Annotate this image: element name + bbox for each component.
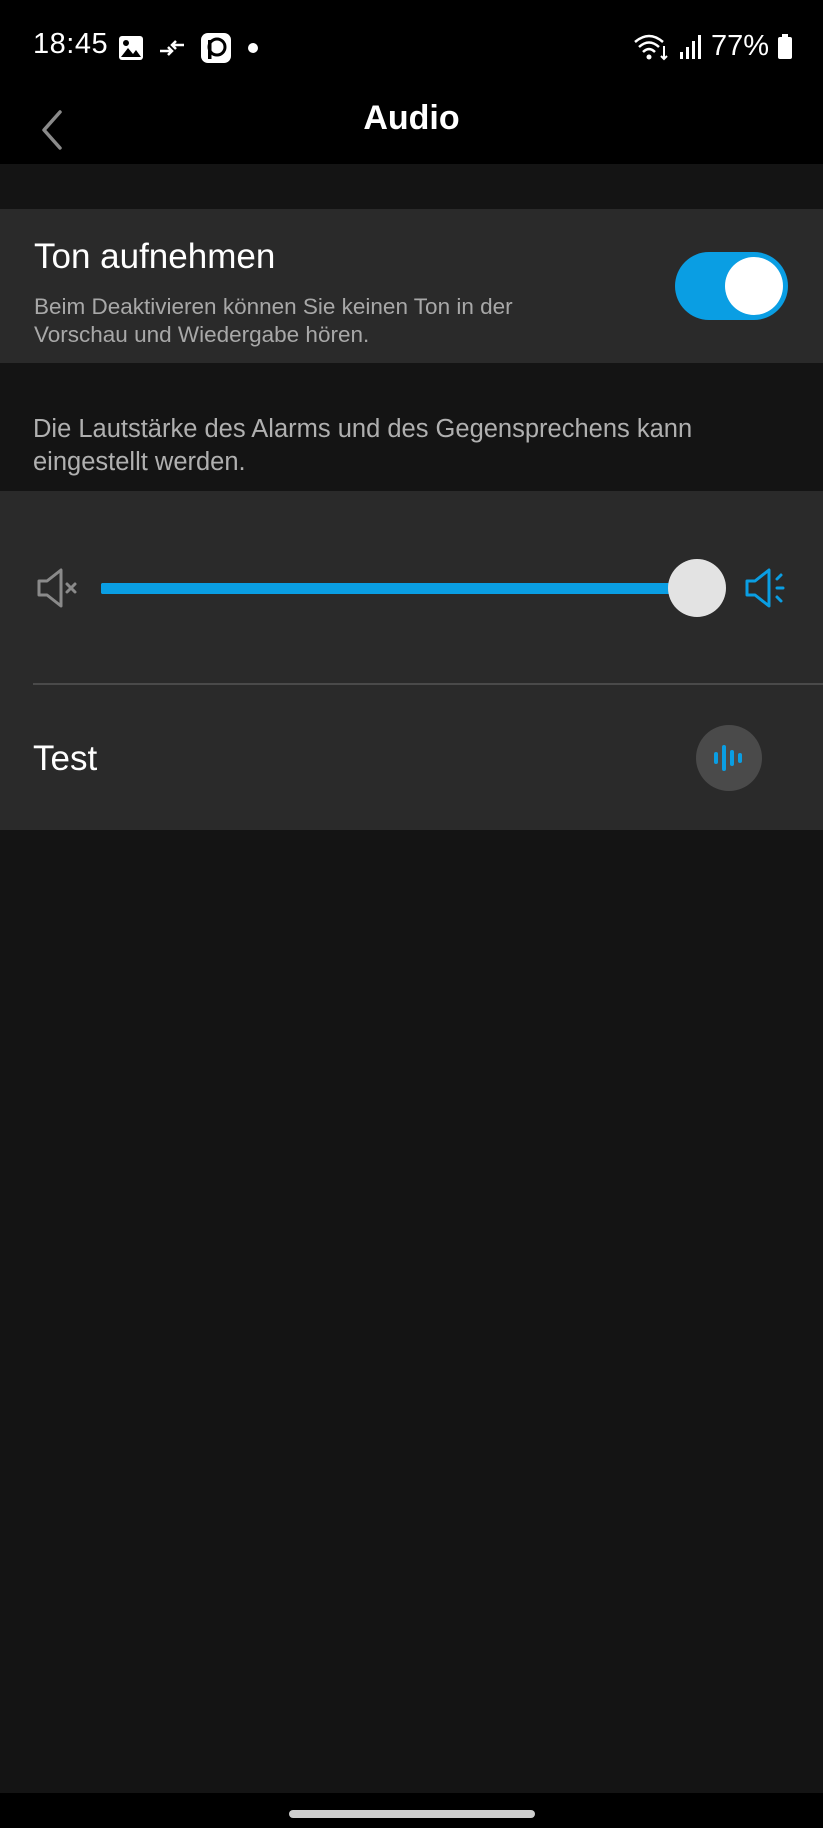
wifi-icon xyxy=(634,34,668,60)
app-bar: Audio xyxy=(0,96,823,164)
audio-settings-screen: 18:45 77% Audio Ton aufnehmen Beim Deakt… xyxy=(0,0,823,1828)
data-transfer-icon xyxy=(160,40,184,56)
sound-wave-icon xyxy=(714,745,742,771)
record-sound-description: Beim Deaktivieren können Sie keinen Ton … xyxy=(34,294,513,347)
dot-icon xyxy=(248,43,258,53)
test-sound-button[interactable] xyxy=(696,725,762,791)
signal-icon xyxy=(679,34,701,59)
battery-icon xyxy=(778,33,792,59)
speaker-mute-icon[interactable] xyxy=(36,565,82,611)
status-notification-icons xyxy=(118,32,260,64)
toggle-knob xyxy=(725,257,783,315)
home-indicator[interactable] xyxy=(289,1810,535,1818)
page-title: Audio xyxy=(363,99,460,137)
battery-percentage: 77% xyxy=(710,30,769,62)
divider xyxy=(33,683,823,685)
speaker-volume-icon[interactable] xyxy=(744,565,790,611)
test-label: Test xyxy=(33,739,98,778)
status-bar: 18:45 77% xyxy=(0,0,823,96)
volume-info-text: Die Lautstärke des Alarms und des Gegens… xyxy=(33,415,693,476)
status-system-icons: 77% xyxy=(633,30,793,63)
volume-slider[interactable] xyxy=(101,559,726,617)
app-notification-icon xyxy=(201,33,231,63)
status-time: 18:45 xyxy=(33,28,109,60)
slider-thumb[interactable] xyxy=(668,559,726,617)
record-sound-title: Ton aufnehmen xyxy=(34,237,276,276)
record-sound-setting: Ton aufnehmen Beim Deaktivieren können S… xyxy=(0,209,823,363)
record-sound-toggle[interactable] xyxy=(675,252,788,320)
slider-fill xyxy=(101,583,697,594)
gallery-icon xyxy=(119,36,143,60)
system-nav-bar xyxy=(0,1793,823,1828)
volume-card: Test xyxy=(0,491,823,830)
